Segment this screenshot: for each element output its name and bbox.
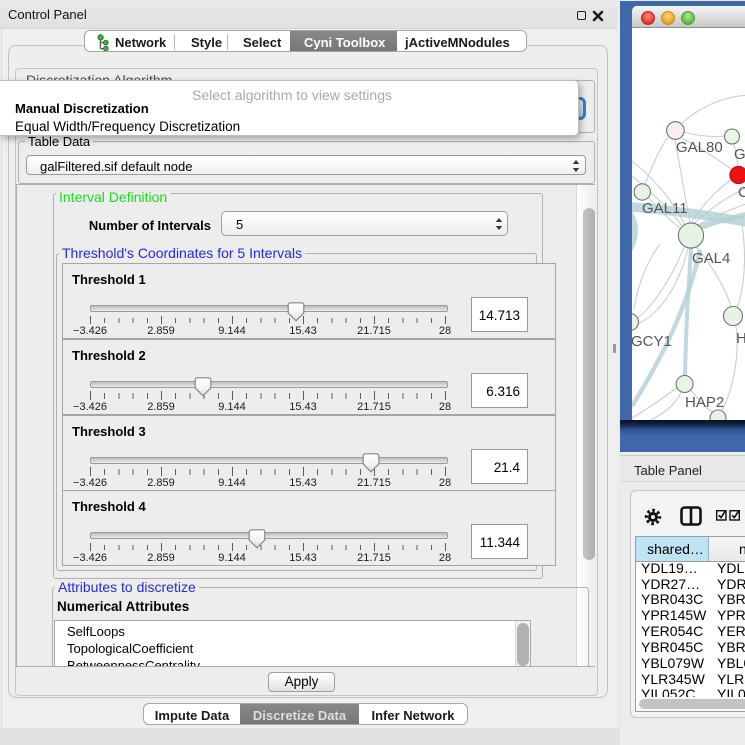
svg-text:CD: CD	[738, 184, 745, 201]
svg-text:GAL4: GAL4	[692, 250, 730, 267]
svg-text:GAL11: GAL11	[642, 200, 688, 217]
svg-text:HI: HI	[736, 330, 745, 347]
svg-text:GAL: GAL	[734, 146, 745, 163]
svg-text:HAP2: HAP2	[685, 394, 724, 411]
svg-text:GAL80: GAL80	[676, 139, 723, 156]
svg-text:GCY1: GCY1	[632, 333, 672, 350]
